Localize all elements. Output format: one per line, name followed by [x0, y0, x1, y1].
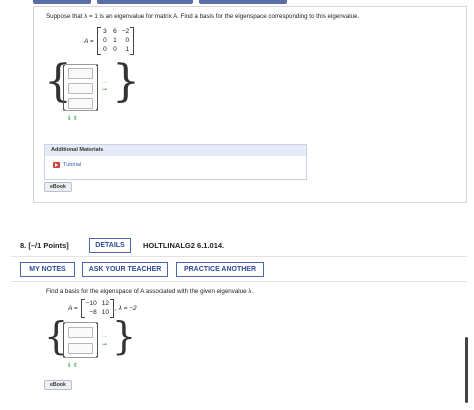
- practice-another-button[interactable]: PRACTICE ANOTHER: [176, 262, 264, 277]
- tutorial-link[interactable]: Tutorial: [53, 162, 81, 168]
- matrix-cell: 0: [125, 37, 130, 44]
- arrow-right-icon[interactable]: ➞: [102, 86, 107, 93]
- top-tab-2[interactable]: [97, 0, 193, 4]
- additional-materials-panel: Additional Materials Tutorial: [44, 144, 307, 180]
- matrix-cell: −8: [89, 309, 97, 316]
- problem-8-prompt: Find a basis for the eigenspace of A ass…: [46, 288, 254, 295]
- top-tab-3[interactable]: [199, 0, 287, 4]
- vector-bracket-left: [63, 323, 65, 357]
- vector-entry-input[interactable]: [68, 98, 93, 109]
- vector-entry-input[interactable]: [68, 343, 93, 354]
- matrix-cell: 1: [125, 46, 130, 53]
- right-brace: }: [112, 314, 137, 358]
- vector-bracket-left: [63, 65, 65, 110]
- matrix-cell: −2: [121, 28, 130, 35]
- matrix-cell: 12: [101, 300, 109, 307]
- ebook-button[interactable]: eBook: [44, 380, 72, 390]
- tutorial-label: Tutorial: [63, 162, 82, 168]
- matrix-cell: 0: [113, 46, 117, 53]
- problem-8-points: 8. [–/1 Points]: [20, 241, 69, 250]
- eigenvalue-label: , λ = −2: [114, 305, 137, 312]
- matrix-cell: 0: [103, 37, 107, 44]
- matrix-cell: 0: [103, 46, 107, 53]
- arrow-right-icon[interactable]: ➞: [102, 341, 107, 348]
- scrollbar[interactable]: [465, 337, 468, 403]
- divider: [11, 256, 467, 257]
- vector-entry-input[interactable]: [68, 83, 93, 94]
- problem-7-matrix: A = 3 6 −2 0 1 0 0 0 1: [84, 27, 135, 55]
- more-ellipsis: ....: [102, 79, 108, 85]
- matrix-cell: 6: [113, 28, 117, 35]
- matrix-bracket: −10 12 −8 10: [80, 299, 115, 318]
- points-label: [–/1 Points]: [28, 241, 69, 250]
- problem-source: HOLTLINALG2 6.1.014.: [143, 241, 225, 250]
- sort-arrows-icon[interactable]: ⇩⇧: [67, 115, 79, 122]
- matrix-cell: 10: [101, 309, 109, 316]
- sort-arrows-icon[interactable]: ⇩⇧: [67, 362, 79, 369]
- vector-entry-input[interactable]: [68, 327, 93, 338]
- divider: [11, 281, 467, 282]
- top-tab-1[interactable]: [33, 0, 91, 4]
- problem-number: 8.: [20, 241, 27, 250]
- more-ellipsis: ....: [102, 333, 108, 339]
- play-icon: [53, 162, 60, 168]
- problem-7-prompt: Suppose that λ = 1 is an eigenvalue for …: [46, 13, 360, 20]
- ebook-button[interactable]: eBook: [44, 182, 72, 192]
- answer-vector: [63, 64, 98, 111]
- right-brace: }: [112, 56, 140, 107]
- matrix-cell: −10: [85, 300, 97, 307]
- matrix-label: A =: [68, 305, 78, 312]
- matrix-label: A =: [84, 37, 94, 45]
- matrix-cell: 1: [113, 37, 117, 44]
- vector-bracket-right: [96, 323, 98, 357]
- matrix-bracket: 3 6 −2 0 1 0 0 0 1: [96, 27, 135, 55]
- additional-materials-title: Additional Materials: [45, 145, 306, 156]
- matrix-cell: 3: [103, 28, 107, 35]
- vector-bracket-right: [96, 65, 98, 110]
- answer-vector: [63, 322, 98, 358]
- details-button[interactable]: DETAILS: [89, 238, 131, 253]
- my-notes-button[interactable]: MY NOTES: [20, 262, 75, 277]
- ask-teacher-button[interactable]: ASK YOUR TEACHER: [82, 262, 168, 277]
- vector-entry-input[interactable]: [68, 68, 93, 79]
